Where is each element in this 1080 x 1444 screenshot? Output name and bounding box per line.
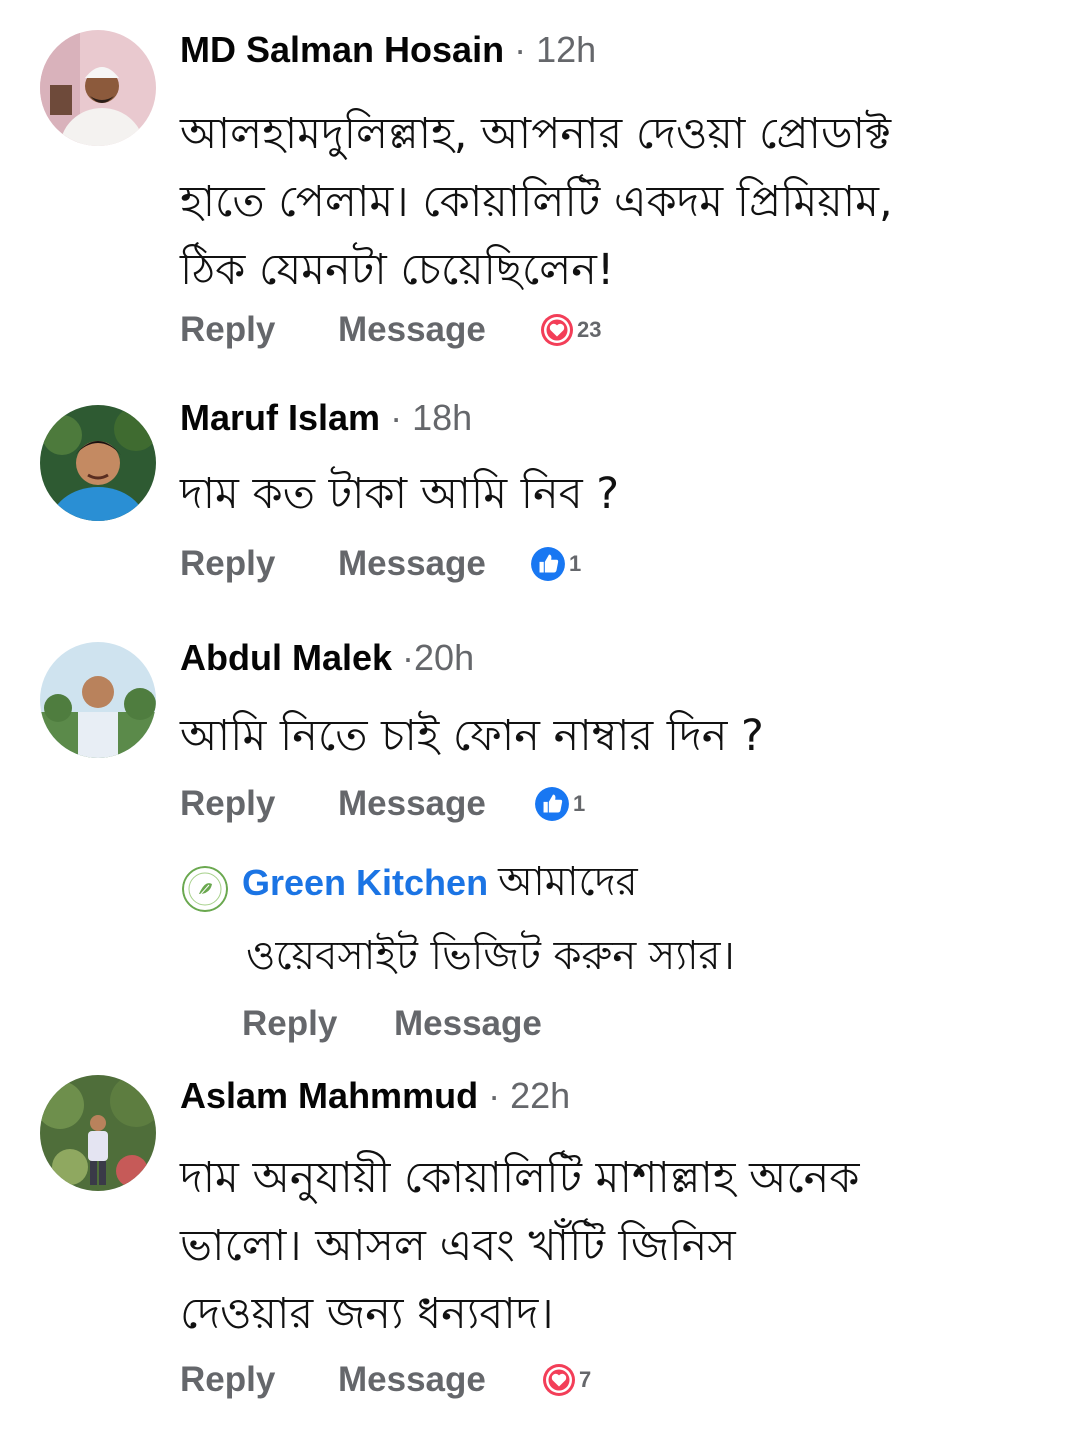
reply-button[interactable]: Reply — [180, 542, 275, 586]
comment-time[interactable]: · 22h — [488, 1075, 570, 1116]
message-button[interactable]: Message — [338, 1358, 486, 1402]
reaction-count: 1 — [569, 551, 582, 576]
reaction-count: 1 — [573, 791, 586, 816]
message-button[interactable]: Message — [338, 308, 486, 352]
heart-icon — [541, 314, 573, 346]
avatar[interactable] — [40, 30, 156, 146]
page-name-link[interactable]: Green Kitchen — [242, 862, 488, 903]
avatar[interactable] — [40, 1075, 156, 1191]
comment-text: দাম অনুযায়ী কোয়ালিটি মাশাল্লাহ অনেক ভা… — [180, 1153, 860, 1339]
message-button[interactable]: Message — [394, 1002, 542, 1046]
page-avatar[interactable] — [182, 866, 228, 912]
reply-button[interactable]: Reply — [180, 782, 275, 826]
avatar[interactable] — [40, 642, 156, 758]
reaction-summary[interactable]: 23 — [540, 312, 601, 348]
reaction-summary[interactable]: 1 — [534, 786, 585, 822]
heart-icon — [543, 1364, 575, 1396]
comment-header: MD Salman Hosain · 12h — [180, 28, 596, 72]
page-reply-header: Green Kitchen আমাদের — [242, 858, 638, 907]
comment-text: দাম কত টাকা আমি নিব ? — [180, 469, 620, 519]
message-button[interactable]: Message — [338, 782, 486, 826]
message-button[interactable]: Message — [338, 542, 486, 586]
reaction-count: 23 — [577, 317, 602, 342]
comment-text: আলহামদুলিল্লাহ, আপনার দেওয়া প্রোডাক্ট হ… — [180, 109, 893, 295]
commenter-name[interactable]: Aslam Mahmmud — [180, 1075, 478, 1116]
comment-header: Abdul Malek ·20h — [180, 636, 474, 680]
page-reply-text: আমাদের — [498, 859, 638, 905]
reply-button[interactable]: Reply — [180, 1358, 275, 1402]
reaction-count: 7 — [579, 1367, 592, 1392]
comment-header: Aslam Mahmmud · 22h — [180, 1074, 570, 1118]
page-reply-text-continued: ওয়েবসাইট ভিজিট করুন স্যার। — [246, 933, 735, 979]
reply-button[interactable]: Reply — [180, 308, 275, 352]
reaction-summary[interactable]: 7 — [542, 1362, 591, 1398]
commenter-name[interactable]: Maruf Islam — [180, 397, 380, 438]
comment-time[interactable]: ·20h — [402, 637, 474, 678]
reaction-summary[interactable]: 1 — [530, 546, 581, 582]
comment-time[interactable]: · 18h — [390, 397, 472, 438]
like-icon — [531, 547, 565, 581]
comment-header: Maruf Islam · 18h — [180, 396, 472, 440]
reply-button[interactable]: Reply — [242, 1002, 337, 1046]
avatar[interactable] — [40, 405, 156, 521]
commenter-name[interactable]: MD Salman Hosain — [180, 29, 504, 70]
comment-text: আমি নিতে চাই ফোন নাম্বার দিন ? — [180, 711, 764, 761]
like-icon — [535, 787, 569, 821]
comment-time[interactable]: · 12h — [514, 29, 596, 70]
commenter-name[interactable]: Abdul Malek — [180, 637, 392, 678]
